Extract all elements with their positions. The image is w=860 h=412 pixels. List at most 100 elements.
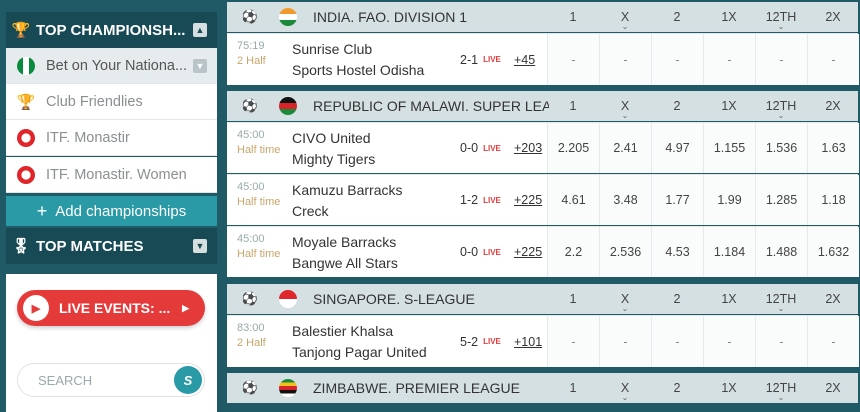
sidebar-item-label: Club Friendlies (46, 93, 143, 110)
column-header: 1 (569, 381, 577, 395)
odd-cell[interactable]: 1.18 (807, 175, 859, 225)
odd-cell[interactable]: - (651, 34, 703, 85)
odd-cell[interactable]: 4.61 (547, 175, 599, 225)
chevron-down-icon[interactable]: ▼ (193, 58, 207, 73)
sidebar-item-club-friendlies[interactable]: 🏆 Club Friendlies (6, 84, 217, 120)
sidebar-item-label: ITF. Monastir (46, 129, 130, 146)
odd-cell[interactable]: 2.2 (547, 227, 599, 277)
column-header: 1 (569, 10, 577, 24)
football-icon: ⚽ (241, 380, 259, 395)
league-header[interactable]: ⚽ SINGAPORE. S-LEAGUE 1 X ⌄ 2 1X 12TH ⌄ 2X (227, 284, 858, 314)
odd-cell[interactable]: 1.184 (703, 227, 755, 277)
column-header[interactable]: X ⌄ (599, 292, 651, 313)
sidebar-item-itf-monastir-women[interactable]: ITF. Monastir. Women (6, 157, 217, 193)
odd-cell[interactable]: - (755, 34, 807, 85)
league-header[interactable]: ⚽ ZIMBABWE. PREMIER LEAGUE 1 X ⌄ 2 1X 12T… (227, 373, 858, 403)
odd-cell[interactable]: - (547, 316, 599, 367)
search-icon[interactable]: S (174, 366, 202, 394)
odd-cell[interactable]: 1.632 (807, 227, 859, 277)
odd-cell[interactable]: 2.41 (599, 123, 651, 173)
india-flag-icon (279, 8, 297, 26)
top-championships-header[interactable]: 🏆 TOP CHAMPIONSH... ▲ (6, 12, 217, 48)
column-header[interactable]: 12TH ⌄ (755, 381, 807, 402)
chevron-down-icon[interactable]: ▼ (193, 239, 207, 253)
search-input[interactable]: SEARCH (38, 373, 174, 388)
odd-cell[interactable]: - (547, 34, 599, 85)
malawi-flag-icon (279, 97, 297, 115)
odd-cell[interactable]: - (703, 316, 755, 367)
odd-cell[interactable]: 1.155 (703, 123, 755, 173)
sidebar-item-label: ITF. Monastir. Women (46, 166, 187, 183)
trophy-icon: 🏆 (11, 22, 31, 39)
sidebar-item-national[interactable]: Bet on Your Nationa... ▼ (6, 48, 217, 84)
odd-cell[interactable]: - (807, 34, 859, 85)
odd-cell[interactable]: 4.97 (651, 123, 703, 173)
football-icon: ⚽ (241, 9, 259, 24)
sidebar-item-itf-monastir[interactable]: ITF. Monastir (6, 120, 217, 156)
odd-cell[interactable]: - (703, 34, 755, 85)
event-score: 0-0 LIVE (460, 141, 501, 155)
search-box[interactable]: SEARCH S (17, 363, 205, 397)
event-score: 1-2 LIVE (460, 193, 501, 207)
league-name: SINGAPORE. S-LEAGUE (313, 291, 475, 307)
league-header[interactable]: ⚽ REPUBLIC OF MALAWI. SUPER LEA... 1 X ⌄ … (227, 91, 858, 121)
odd-cell[interactable]: - (755, 316, 807, 367)
league-name: ZIMBABWE. PREMIER LEAGUE (313, 380, 520, 396)
event-row[interactable]: 83:00 2 Half Balestier Khalsa Tanjong Paga… (227, 315, 859, 367)
odd-cell[interactable]: 1.285 (755, 175, 807, 225)
odd-cell[interactable]: - (651, 316, 703, 367)
odd-cell[interactable]: 1.63 (807, 123, 859, 173)
column-header[interactable]: X ⌄ (599, 381, 651, 402)
event-row[interactable]: 45:00 Half time Kamuzu Barracks Creck 1-2 L… (227, 174, 859, 225)
column-header[interactable]: 12TH ⌄ (755, 10, 807, 31)
add-championships-button[interactable]: + Add championships (6, 196, 217, 226)
odd-cell[interactable]: 1.536 (755, 123, 807, 173)
top-matches-header[interactable]: 🎖 TOP MATCHES ▼ (6, 228, 217, 264)
column-header: 1X (721, 10, 737, 24)
collapse-icon[interactable]: ▲ (193, 23, 207, 37)
top-matches-title: TOP MATCHES (36, 237, 144, 255)
column-header: 2X (825, 381, 841, 395)
play-icon: ▶ (23, 295, 49, 321)
column-header: 1X (721, 292, 737, 306)
column-header: 2 (673, 99, 681, 113)
event-teams[interactable]: CIVO United Mighty Tigers (292, 123, 460, 173)
event-score: 0-0 LIVE (460, 245, 501, 259)
event-teams[interactable]: Balestier Khalsa Tanjong Pagar United (292, 316, 460, 367)
football-icon: ⚽ (241, 291, 259, 306)
event-teams[interactable]: Moyale Barracks Bangwe All Stars (292, 227, 460, 277)
odd-cell[interactable]: 1.488 (755, 227, 807, 277)
tunisia-flag-icon (17, 165, 35, 184)
column-header: 2 (673, 10, 681, 24)
odd-cell[interactable]: 3.48 (599, 175, 651, 225)
column-header[interactable]: X ⌄ (599, 99, 651, 120)
event-row[interactable]: 75:19 2 Half Sunrise Club Sports Hostel Od… (227, 33, 859, 85)
event-time: 75:19 2 Half (237, 40, 266, 67)
plus-icon: + (36, 200, 48, 221)
nigeria-flag-icon (17, 56, 35, 75)
odd-cell[interactable]: 2.536 (599, 227, 651, 277)
singapore-flag-icon (279, 290, 297, 308)
live-events-button[interactable]: ▶ LIVE EVENTS: ... ▶ (17, 290, 205, 326)
league-header[interactable]: ⚽ INDIA. FAO. DIVISION 1 1 X ⌄ 2 1X 12TH ⌄… (227, 2, 858, 32)
odd-cell[interactable]: - (599, 34, 651, 85)
event-teams[interactable]: Kamuzu Barracks Creck (292, 175, 460, 225)
event-row[interactable]: 45:00 Half time CIVO United Mighty Tigers … (227, 122, 859, 173)
sidebar-item-label: Bet on Your Nationa... (46, 57, 188, 74)
event-row[interactable]: 45:00 Half time Moyale Barracks Bangwe All… (227, 226, 859, 277)
column-header[interactable]: X ⌄ (599, 10, 651, 31)
odd-cell[interactable]: 1.77 (651, 175, 703, 225)
column-header[interactable]: 12TH ⌄ (755, 292, 807, 313)
tunisia-flag-icon (17, 128, 35, 147)
odd-cell[interactable]: - (807, 316, 859, 367)
odd-cell[interactable]: 2.205 (547, 123, 599, 173)
column-header: 1X (721, 381, 737, 395)
odd-cell[interactable]: 1.99 (703, 175, 755, 225)
events-list: ⚽ INDIA. FAO. DIVISION 1 1 X ⌄ 2 1X 12TH ⌄… (227, 0, 859, 412)
odd-cell[interactable]: - (599, 316, 651, 367)
column-header[interactable]: 12TH ⌄ (755, 99, 807, 120)
odd-cell[interactable]: 4.53 (651, 227, 703, 277)
column-header: 2 (673, 292, 681, 306)
league-name: INDIA. FAO. DIVISION 1 (313, 9, 468, 25)
event-teams[interactable]: Sunrise Club Sports Hostel Odisha (292, 34, 460, 85)
